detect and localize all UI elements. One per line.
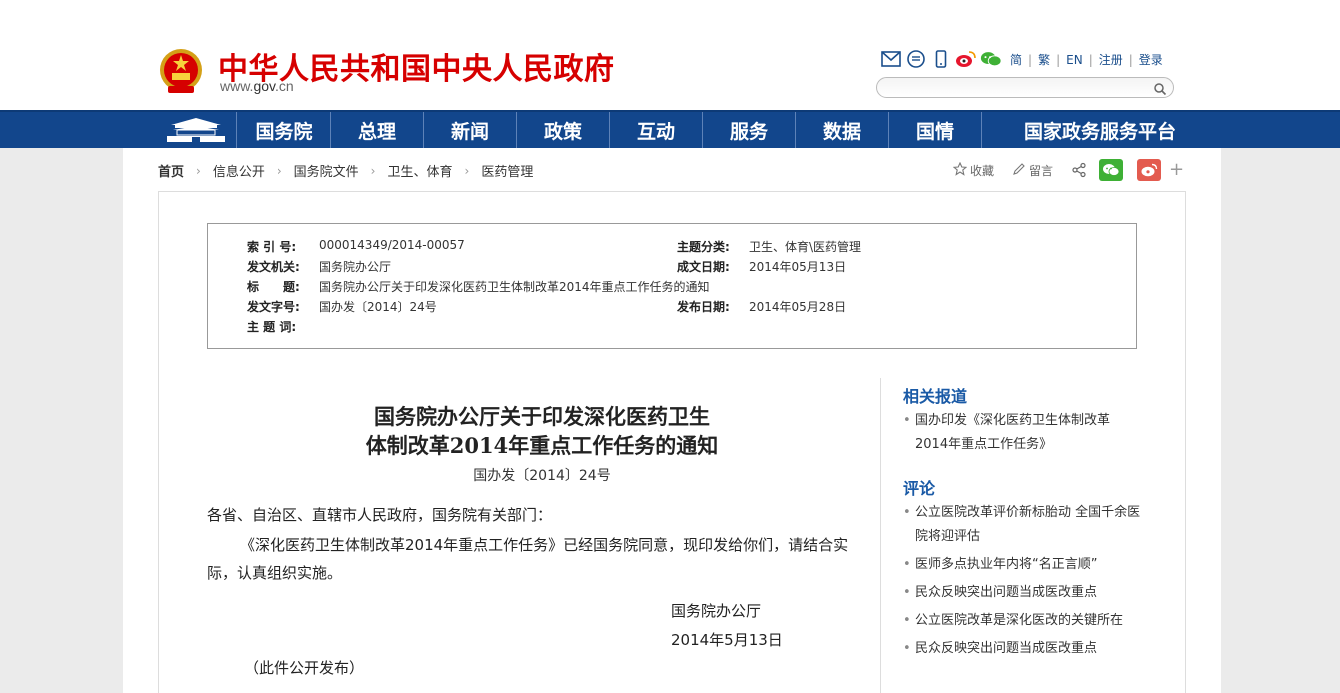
comment-item[interactable]: 民众反映突出问题当成医改重点 [903, 581, 1141, 605]
related-report-item[interactable]: 国办印发《深化医药卫生体制改革2014年重点工作任务》 [903, 409, 1141, 457]
message-icon[interactable] [905, 49, 927, 69]
search-icon[interactable] [1153, 81, 1167, 96]
favorite-label: 收藏 [970, 163, 995, 178]
mobile-icon[interactable] [930, 49, 952, 69]
wechat-share-icon[interactable] [1099, 159, 1124, 181]
nav-item-data[interactable]: 数据 [796, 112, 889, 148]
article-title-line-2: 体制改革2014年重点工作任务的通知 [365, 433, 719, 458]
info-row-keywords: 主 题 词: [247, 318, 319, 335]
nav-item-state-council[interactable]: 国务院 [238, 112, 331, 148]
mail-icon[interactable] [880, 49, 902, 69]
pencil-icon [1012, 162, 1026, 179]
share-icon[interactable] [1071, 162, 1087, 178]
info-row-index: 索 引 号: 000014349/2014-00057 [247, 238, 465, 255]
comment-item[interactable]: 医师多点执业年内将“名正言顺” [903, 553, 1141, 577]
comment-button[interactable]: 留言 [1012, 162, 1053, 179]
site-header: 中华人民共和国中央人民政府 www.gov.cn 简 | 繁 | EN | 注册… [0, 0, 1340, 110]
info-row-published-date: 发布日期: 2014年05月28日 [677, 298, 846, 315]
chevron-right-icon: › [196, 163, 201, 178]
more-share-icon[interactable]: + [1169, 161, 1184, 179]
info-label: 主题分类: [677, 240, 730, 254]
comment-item[interactable]: 公立医院改革是深化医改的关键所在 [903, 609, 1141, 633]
main-navigation: 国务院 总理 新闻 政策 互动 服务 数据 国情 国家政务服务平台 [0, 110, 1340, 148]
header-icon-bar [880, 48, 1005, 70]
comments-heading: 评论 [903, 479, 936, 498]
nav-item-policy[interactable]: 政策 [517, 112, 610, 148]
breadcrumb-medicine-management[interactable]: 医药管理 [481, 161, 533, 180]
comment-item[interactable]: 民众反映突出问题当成医改重点 [903, 637, 1141, 661]
site-domain: www.gov.cn [220, 78, 294, 94]
star-icon [952, 161, 968, 179]
page-background: 首页 › 信息公开 › 国务院文件 › 卫生、体育 › 医药管理 收藏 留言 +… [0, 148, 1340, 693]
nav-item-national-info[interactable]: 国情 [889, 112, 982, 148]
favorite-button[interactable]: 收藏 [952, 161, 995, 179]
related-reports-list: 国办印发《深化医药卫生体制改革2014年重点工作任务》 [903, 409, 1141, 461]
domain-prefix: www. [220, 78, 254, 94]
article-signer: 国务院办公厅 [671, 602, 762, 620]
wechat-icon[interactable] [980, 49, 1002, 69]
info-label: 成文日期: [677, 260, 730, 274]
domain-bold: gov [253, 78, 275, 94]
traditional-chinese-link[interactable]: 繁 [1038, 51, 1050, 68]
info-label: 发文字号: [247, 300, 300, 314]
share-bar: 收藏 留言 + [952, 159, 1184, 181]
info-row-created-date: 成文日期: 2014年05月13日 [677, 258, 846, 275]
nav-home-tiananmen-icon[interactable] [155, 112, 237, 148]
info-value: 国务院办公厅 [319, 260, 392, 274]
breadcrumb: 首页 › 信息公开 › 国务院文件 › 卫生、体育 › 医药管理 [158, 161, 533, 181]
language-links: 简 | 繁 | EN | 注册 | 登录 [1010, 51, 1163, 68]
breadcrumb-info-disclosure[interactable]: 信息公开 [213, 161, 265, 180]
article-title: 国务院办公厅关于印发深化医药卫生 体制改革2014年重点工作任务的通知 [207, 402, 877, 460]
simplified-chinese-link[interactable]: 简 [1010, 51, 1022, 68]
chevron-right-icon: › [370, 163, 376, 178]
chevron-right-icon: › [464, 163, 470, 178]
info-value: 国办发〔2014〕24号 [319, 300, 437, 314]
nav-item-service[interactable]: 服务 [703, 112, 796, 148]
search-box [876, 77, 1174, 98]
info-row-doc-number: 发文字号: 国办发〔2014〕24号 [247, 298, 437, 315]
info-value: 国务院办公厅关于印发深化医药卫生体制改革2014年重点工作任务的通知 [319, 280, 710, 294]
content-panel: 首页 › 信息公开 › 国务院文件 › 卫生、体育 › 医药管理 收藏 留言 +… [123, 148, 1221, 693]
weibo-icon[interactable] [955, 49, 977, 69]
national-emblem-logo[interactable] [158, 48, 204, 96]
english-link[interactable]: EN [1066, 53, 1083, 67]
nav-item-premier[interactable]: 总理 [331, 112, 424, 148]
info-value: 2014年05月28日 [749, 300, 847, 314]
info-value: 000014349/2014-00057 [319, 238, 465, 252]
nav-item-news[interactable]: 新闻 [424, 112, 517, 148]
domain-suffix: .cn [275, 78, 294, 94]
article-sign-date: 2014年5月13日 [671, 631, 783, 649]
info-label: 主 题 词: [247, 320, 297, 334]
info-row-issuer: 发文机关: 国务院办公厅 [247, 258, 391, 275]
related-reports-heading: 相关报道 [903, 387, 968, 406]
weibo-share-icon[interactable] [1137, 159, 1162, 181]
info-row-category: 主题分类: 卫生、体育\医药管理 [677, 238, 861, 255]
info-value: 卫生、体育\医药管理 [749, 240, 862, 254]
article-addressee: 各省、自治区、直辖市人民政府，国务院有关部门： [207, 506, 553, 524]
register-link[interactable]: 注册 [1099, 51, 1123, 68]
info-label: 发文机关: [247, 260, 300, 274]
comment-label: 留言 [1029, 163, 1054, 178]
login-link[interactable]: 登录 [1139, 51, 1163, 68]
article-paragraph: 《深化医药卫生体制改革2014年重点工作任务》已经国务院同意，现印发给你们，请结… [207, 536, 849, 582]
search-input[interactable] [889, 80, 1149, 96]
info-row-title: 标 题: 国务院办公厅关于印发深化医药卫生体制改革2014年重点工作任务的通知 [247, 278, 710, 295]
breadcrumb-home[interactable]: 首页 [158, 161, 184, 180]
comment-item[interactable]: 公立医院改革评价新标胎动 全国千余医院将迎评估 [903, 501, 1141, 549]
nav-item-service-platform[interactable]: 国家政务服务平台 [982, 112, 1218, 148]
article-public-note: （此件公开发布） [244, 659, 365, 677]
info-label: 索 引 号: [247, 240, 297, 254]
nav-item-interaction[interactable]: 互动 [610, 112, 703, 148]
info-value: 2014年05月13日 [749, 260, 847, 274]
breadcrumb-state-council-docs[interactable]: 国务院文件 [294, 161, 359, 180]
sidebar: 相关报道 国办印发《深化医药卫生体制改革2014年重点工作任务》 评论 公立医院… [880, 378, 1140, 693]
chevron-right-icon: › [276, 163, 282, 178]
comments-list: 公立医院改革评价新标胎动 全国千余医院将迎评估 医师多点执业年内将“名正言顺” … [903, 501, 1141, 665]
article-doc-number: 国办发〔2014〕24号 [473, 468, 611, 484]
document-info-table: 索 引 号: 000014349/2014-00057 主题分类: 卫生、体育\… [207, 223, 1137, 349]
info-label: 标 题: [247, 280, 300, 294]
breadcrumb-health-sports[interactable]: 卫生、体育 [387, 161, 452, 180]
info-label: 发布日期: [677, 300, 730, 314]
article-title-line-1: 国务院办公厅关于印发深化医药卫生 [374, 404, 710, 429]
